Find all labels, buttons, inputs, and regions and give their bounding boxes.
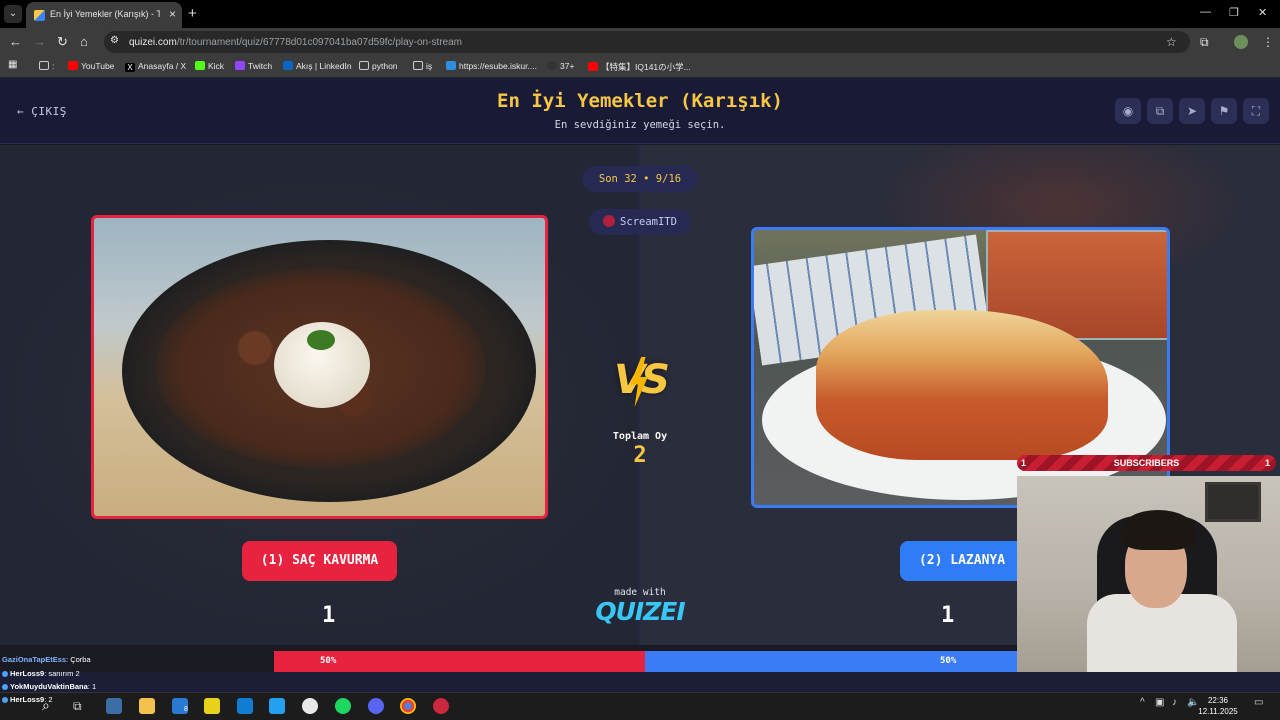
round-badge: Son 32 • 9/16 bbox=[582, 166, 698, 192]
tab-search-icon[interactable]: ⌄ bbox=[4, 5, 22, 23]
tray-chevron-icon[interactable]: ^ bbox=[1140, 697, 1145, 708]
microphone-icon[interactable]: ♪ bbox=[1172, 697, 1177, 708]
eye-icon[interactable]: ◉ bbox=[1115, 98, 1141, 124]
total-votes-label: Toplam Oy bbox=[612, 431, 668, 442]
bookmark-youtube[interactable]: YouTube bbox=[68, 61, 114, 71]
bookmark-x[interactable]: X Anasayfa / X bbox=[125, 61, 186, 72]
taskbar-badge: 8 bbox=[184, 706, 188, 713]
new-tab-icon[interactable]: + bbox=[188, 5, 197, 22]
browser-tab-strip: ⌄ En İyi Yemekler (Karışık) - Tier Li × … bbox=[0, 0, 1280, 28]
left-percent: 50% bbox=[320, 656, 337, 666]
network-icon[interactable]: ▣ bbox=[1155, 697, 1164, 708]
exit-button[interactable]: ← ÇIKIŞ bbox=[17, 105, 67, 118]
reload-icon[interactable]: ↻ bbox=[57, 34, 68, 50]
close-window-icon[interactable]: ✕ bbox=[1258, 6, 1267, 19]
streamer-avatar bbox=[603, 215, 616, 227]
restore-icon[interactable]: ❐ bbox=[1229, 6, 1239, 19]
chat-message: YokMuyduVaktinBana: 1 bbox=[2, 682, 96, 691]
page-title: En İyi Yemekler (Karışık) bbox=[497, 90, 783, 112]
screen: ⌄ En İyi Yemekler (Karışık) - Tier Li × … bbox=[0, 0, 1280, 720]
bookmark-python-folder[interactable]: python bbox=[359, 61, 398, 71]
clock[interactable]: 22:36 12.11.2025 bbox=[1198, 695, 1238, 717]
subscribers-count-right: 1 bbox=[1265, 458, 1271, 468]
back-icon[interactable]: ← bbox=[9, 34, 22, 49]
left-vote-count: 1 bbox=[322, 603, 336, 628]
chatgpt-icon[interactable] bbox=[302, 698, 318, 714]
profile-avatar[interactable] bbox=[1234, 35, 1248, 49]
subscribers-count-left: 1 bbox=[1021, 458, 1027, 468]
forward-icon[interactable]: → bbox=[33, 34, 46, 49]
copy-icon[interactable]: ⧉ bbox=[1147, 98, 1173, 124]
file-explorer-icon[interactable] bbox=[139, 698, 155, 714]
streamer-hair bbox=[1121, 510, 1195, 550]
browser-tab-active[interactable]: En İyi Yemekler (Karışık) - Tier Li × bbox=[26, 2, 182, 28]
right-progress-fill bbox=[645, 651, 1017, 672]
right-percent: 50% bbox=[940, 656, 957, 666]
bookmark-folder-icon[interactable]: : bbox=[39, 61, 54, 71]
bookmark-is-folder[interactable]: iş bbox=[413, 61, 432, 71]
bookmark-twitch[interactable]: Twitch bbox=[235, 61, 272, 71]
flag-icon[interactable]: ⚑ bbox=[1211, 98, 1237, 124]
bookmark-37plus[interactable]: 37+ bbox=[547, 61, 574, 71]
spotify-icon[interactable] bbox=[335, 698, 351, 714]
herb-shape bbox=[307, 330, 335, 350]
streamer-badge: ScreamITD bbox=[589, 209, 691, 235]
tab-title: En İyi Yemekler (Karışık) - Tier Li bbox=[50, 9, 160, 19]
quizei-logo[interactable]: QUIZEI bbox=[590, 597, 690, 626]
vote-progress-bar bbox=[274, 651, 1017, 672]
fullscreen-icon[interactable]: ⛶ bbox=[1243, 98, 1269, 124]
windows-taskbar bbox=[0, 692, 1280, 720]
apps-grid-icon[interactable]: ▦ bbox=[8, 59, 17, 70]
notifications-icon[interactable]: ▭ bbox=[1254, 697, 1263, 708]
arrow-left-icon: ← bbox=[17, 105, 25, 118]
bookmark-iq141[interactable]: 【特集】IQ141の小学... bbox=[588, 61, 691, 73]
notes-icon[interactable] bbox=[204, 698, 220, 714]
page-subtitle: En sevdiğiniz yemeği seçin. bbox=[554, 119, 726, 131]
discord-icon[interactable] bbox=[368, 698, 384, 714]
right-vote-count: 1 bbox=[941, 603, 955, 628]
vote-left-button[interactable]: (1) SAÇ KAVURMA bbox=[242, 541, 397, 581]
minimize-icon[interactable]: — bbox=[1200, 6, 1211, 18]
vote-right-button[interactable]: (2) LAZANYA bbox=[900, 541, 1024, 581]
wall-frame bbox=[1205, 482, 1261, 522]
home-icon[interactable]: ⌂ bbox=[80, 34, 88, 49]
send-icon[interactable]: ➤ bbox=[1179, 98, 1205, 124]
app-icon[interactable] bbox=[106, 698, 122, 714]
site-info-icon[interactable]: ⚙ bbox=[110, 35, 119, 46]
bookmark-kick[interactable]: Kick bbox=[195, 61, 224, 71]
bookmark-iskur[interactable]: https://esube.iskur.... bbox=[446, 61, 537, 71]
option-left-image[interactable] bbox=[91, 215, 548, 519]
task-view-icon[interactable]: ⧉ bbox=[73, 699, 89, 715]
subscribers-label: SUBSCRIBERS bbox=[1113, 458, 1180, 468]
webcam-feed bbox=[1017, 476, 1280, 672]
total-votes-value: 2 bbox=[633, 443, 647, 468]
bookmark-linkedin[interactable]: Akış | LinkedIn bbox=[283, 61, 352, 71]
bookmark-star-icon[interactable]: ☆ bbox=[1166, 35, 1177, 49]
browser-menu-icon[interactable]: ⋮ bbox=[1262, 35, 1274, 49]
chat-message: HerLoss9: 2 bbox=[2, 695, 53, 704]
mail-icon[interactable] bbox=[237, 698, 253, 714]
chat-message: HerLoss9: sanırım 2 bbox=[2, 669, 80, 678]
chat-message: GaziOnaTapEtEss: Çorba bbox=[2, 655, 91, 664]
chrome-icon[interactable] bbox=[400, 698, 416, 714]
url-text[interactable]: quizei.com/tr/tournament/quiz/67778d01c0… bbox=[129, 37, 462, 48]
obs-icon[interactable] bbox=[433, 698, 449, 714]
page-bottom bbox=[0, 672, 1280, 692]
close-tab-icon[interactable]: × bbox=[169, 7, 176, 21]
extensions-icon[interactable]: ⧉ bbox=[1200, 35, 1209, 50]
lasagna-shape bbox=[816, 310, 1108, 460]
site-favicon-icon bbox=[34, 10, 45, 21]
vscode-icon[interactable] bbox=[269, 698, 285, 714]
